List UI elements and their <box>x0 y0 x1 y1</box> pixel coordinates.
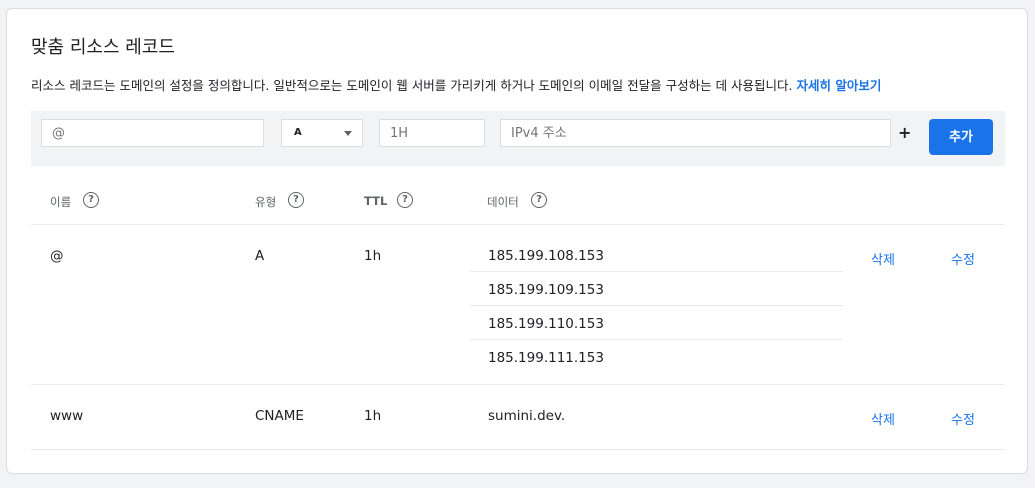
divider <box>470 305 843 306</box>
custom-records-card: 맞춤 리소스 레코드 리소스 레코드는 도메인의 설정을 정의합니다. 일반적으… <box>6 8 1028 474</box>
record-type: A <box>255 248 265 264</box>
description-text: 리소스 레코드는 도메인의 설정을 정의합니다. 일반적으로는 도메인이 웹 서… <box>31 78 793 93</box>
divider <box>470 271 843 272</box>
column-header-data: 데이터 <box>487 195 519 209</box>
record-data-value: sumini.dev. <box>488 408 566 424</box>
edit-button[interactable]: 수정 <box>951 409 975 428</box>
record-data-value: 185.199.110.153 <box>488 316 604 332</box>
record-name: www <box>50 408 84 424</box>
record-data-value: 185.199.109.153 <box>488 282 604 298</box>
help-icon[interactable]: ? <box>397 192 413 208</box>
edit-button[interactable]: 수정 <box>951 249 975 268</box>
record-name: @ <box>50 248 64 264</box>
record-data-value: 185.199.111.153 <box>488 350 604 366</box>
name-input[interactable] <box>41 119 264 147</box>
record-ttl: 1h <box>364 248 382 264</box>
caret-down-icon <box>344 131 352 136</box>
page-title: 맞춤 리소스 레코드 <box>31 37 175 58</box>
delete-button[interactable]: 삭제 <box>871 249 895 268</box>
help-icon[interactable]: ? <box>83 192 99 208</box>
help-icon[interactable]: ? <box>531 192 547 208</box>
plus-icon[interactable]: + <box>898 123 911 142</box>
divider <box>470 339 843 340</box>
column-header-name: 이름 <box>50 195 72 209</box>
divider <box>31 384 1005 385</box>
learn-more-link[interactable]: 자세히 알아보기 <box>797 78 882 93</box>
add-record-bar: A + 추가 <box>31 111 1005 166</box>
column-header-type: 유형 <box>255 195 277 209</box>
help-icon[interactable]: ? <box>288 192 304 208</box>
description: 리소스 레코드는 도메인의 설정을 정의합니다. 일반적으로는 도메인이 웹 서… <box>31 75 881 94</box>
ttl-input[interactable] <box>379 119 485 147</box>
column-header-ttl: TTL <box>364 194 388 208</box>
divider <box>31 224 1005 225</box>
record-data-value: 185.199.108.153 <box>488 248 604 264</box>
record-type: CNAME <box>255 408 304 424</box>
add-button[interactable]: 추가 <box>929 119 993 155</box>
type-select[interactable]: A <box>281 119 363 147</box>
divider <box>31 449 1005 450</box>
delete-button[interactable]: 삭제 <box>871 409 895 428</box>
type-select-value: A <box>294 127 302 138</box>
record-ttl: 1h <box>364 408 382 424</box>
data-input[interactable] <box>500 119 891 147</box>
